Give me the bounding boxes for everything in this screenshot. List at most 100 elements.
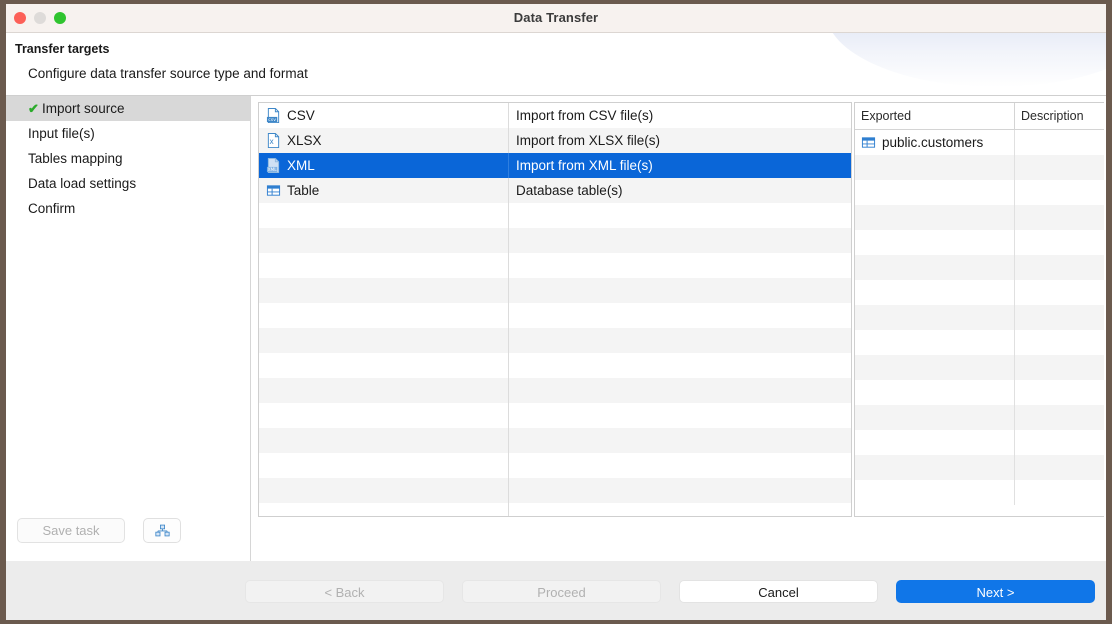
source-name-cell xyxy=(259,403,509,428)
window-title: Data Transfer xyxy=(6,10,1106,25)
exported-description xyxy=(1015,180,1104,205)
source-description xyxy=(509,203,851,228)
exported-description xyxy=(1015,330,1104,355)
exported-name-cell xyxy=(855,280,1015,305)
exported-panel[interactable]: Exported Description public.customers xyxy=(854,102,1104,517)
table-row-empty xyxy=(855,255,1104,280)
exported-description xyxy=(1015,455,1104,480)
column-header-exported[interactable]: Exported xyxy=(855,103,1015,129)
empty-rows-region xyxy=(259,203,851,517)
table-icon xyxy=(861,135,876,150)
sidebar-item-label: Tables mapping xyxy=(28,151,123,166)
table-row-empty xyxy=(855,480,1104,505)
table-row-empty xyxy=(259,503,851,517)
table-row[interactable]: XML XML Import from XML file(s) xyxy=(259,153,851,178)
table-row-empty xyxy=(855,455,1104,480)
column-header-description[interactable]: Description xyxy=(1015,103,1104,129)
empty-rows-region xyxy=(855,155,1104,505)
exported-name-cell xyxy=(855,205,1015,230)
table-row[interactable]: public.customers xyxy=(855,130,1104,155)
source-name: XML xyxy=(287,158,315,173)
source-name-cell: csv CSV xyxy=(259,103,509,128)
source-name: Table xyxy=(287,183,319,198)
table-row-empty xyxy=(855,330,1104,355)
sidebar-item-label: Confirm xyxy=(28,201,75,216)
source-description xyxy=(509,353,851,378)
table-row[interactable]: csv CSV Import from CSV file(s) xyxy=(259,103,851,128)
exported-name-cell xyxy=(855,380,1015,405)
exported-description xyxy=(1015,380,1104,405)
exported-description xyxy=(1015,205,1104,230)
table-row[interactable]: Table Database table(s) xyxy=(259,178,851,203)
xml-file-icon: XML xyxy=(266,158,281,173)
table-row-empty xyxy=(259,328,851,353)
table-row-empty xyxy=(259,428,851,453)
back-button[interactable]: < Back xyxy=(245,580,444,603)
table-row-empty xyxy=(855,355,1104,380)
table-row-empty xyxy=(855,430,1104,455)
source-name: XLSX xyxy=(287,133,322,148)
wizard-body: ✔ Import source Input file(s) Tables map… xyxy=(6,96,1106,561)
table-row-empty xyxy=(259,478,851,503)
source-name-cell xyxy=(259,253,509,278)
source-description xyxy=(509,228,851,253)
import-source-list[interactable]: csv CSV Import from CSV file(s) x XLSX I… xyxy=(258,102,852,517)
source-name-cell xyxy=(259,328,509,353)
exported-name-cell xyxy=(855,255,1015,280)
sidebar-item-import-source[interactable]: ✔ Import source xyxy=(6,96,250,121)
svg-text:csv: csv xyxy=(268,118,276,123)
data-transfer-window: Data Transfer Transfer targets Configure… xyxy=(6,4,1106,620)
source-name-cell: Table xyxy=(259,178,509,203)
exported-description xyxy=(1015,280,1104,305)
table-icon xyxy=(266,183,281,198)
table-row-empty xyxy=(855,380,1104,405)
exported-description xyxy=(1015,130,1104,155)
source-name-cell: x XLSX xyxy=(259,128,509,153)
next-button[interactable]: Next > xyxy=(896,580,1095,603)
source-name-cell xyxy=(259,503,509,517)
source-description: Import from XML file(s) xyxy=(509,153,851,178)
source-name-cell: XML XML xyxy=(259,153,509,178)
table-row-empty xyxy=(259,253,851,278)
source-name-cell xyxy=(259,303,509,328)
proceed-button[interactable]: Proceed xyxy=(462,580,661,603)
sidebar-item-data-load-settings[interactable]: Data load settings xyxy=(6,171,250,196)
check-icon: ✔ xyxy=(28,96,39,121)
source-description xyxy=(509,428,851,453)
source-description: Database table(s) xyxy=(509,178,851,203)
exported-name-cell xyxy=(855,155,1015,180)
source-description xyxy=(509,453,851,478)
task-hierarchy-button[interactable] xyxy=(143,518,181,543)
exported-name-cell xyxy=(855,455,1015,480)
footer-button-row: < Back Proceed Cancel Next > xyxy=(245,580,1095,603)
table-row-empty xyxy=(259,453,851,478)
save-task-button[interactable]: Save task xyxy=(17,518,125,543)
table-row-empty xyxy=(855,180,1104,205)
exported-description xyxy=(1015,355,1104,380)
table-row-empty xyxy=(855,280,1104,305)
table-row-empty xyxy=(259,353,851,378)
table-row-empty xyxy=(259,403,851,428)
table-row-empty xyxy=(259,203,851,228)
step-list: ✔ Import source Input file(s) Tables map… xyxy=(6,96,250,221)
sidebar-item-tables-mapping[interactable]: Tables mapping xyxy=(6,146,250,171)
table-row[interactable]: x XLSX Import from XLSX file(s) xyxy=(259,128,851,153)
source-name-cell xyxy=(259,228,509,253)
cancel-button[interactable]: Cancel xyxy=(679,580,878,603)
sidebar-item-label: Input file(s) xyxy=(28,126,95,141)
table-row-empty xyxy=(259,228,851,253)
source-name-cell xyxy=(259,203,509,228)
sidebar-item-input-files[interactable]: Input file(s) xyxy=(6,121,250,146)
svg-text:XML: XML xyxy=(268,167,278,173)
source-description xyxy=(509,378,851,403)
exported-name-cell xyxy=(855,405,1015,430)
sidebar-item-confirm[interactable]: Confirm xyxy=(6,196,250,221)
source-description xyxy=(509,403,851,428)
source-description xyxy=(509,253,851,278)
exported-description xyxy=(1015,405,1104,430)
wizard-header: Transfer targets Configure data transfer… xyxy=(6,33,1106,96)
exported-name-cell: public.customers xyxy=(855,130,1015,155)
exported-name-cell xyxy=(855,230,1015,255)
exported-name-cell xyxy=(855,330,1015,355)
source-name-cell xyxy=(259,428,509,453)
